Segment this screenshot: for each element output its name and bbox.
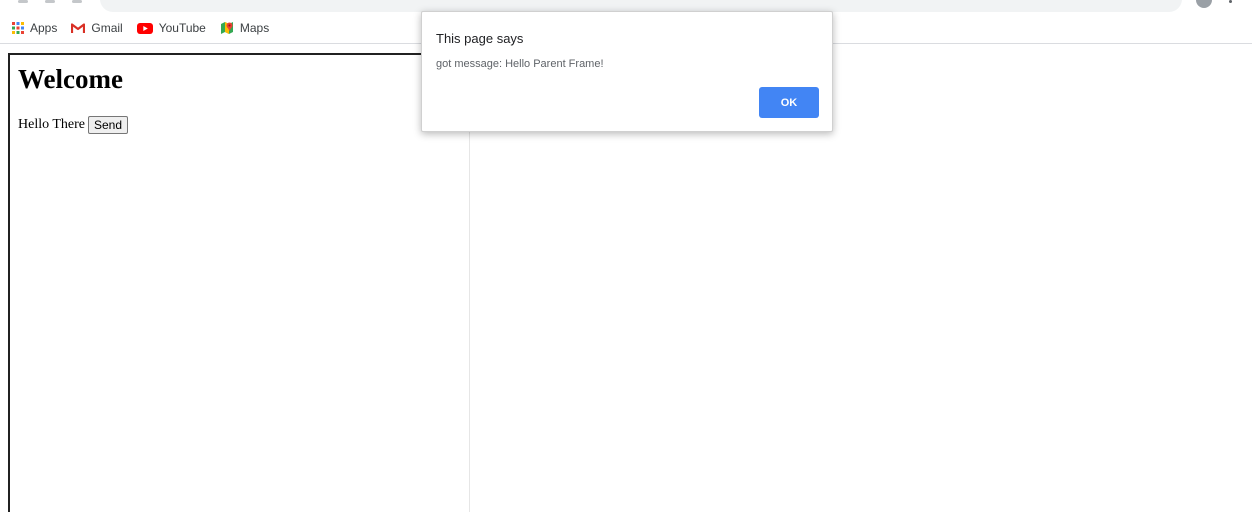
ok-button[interactable]: OK <box>759 87 819 118</box>
forward-icon[interactable] <box>45 0 55 3</box>
reload-icon[interactable] <box>72 0 82 3</box>
bookmark-apps[interactable]: Apps <box>12 21 57 35</box>
dialog-title: This page says <box>436 31 524 46</box>
bookmark-label: Maps <box>239 21 270 35</box>
apps-grid-icon <box>12 22 24 34</box>
bookmark-label: Gmail <box>91 21 123 35</box>
alert-dialog: This page says got message: Hello Parent… <box>421 11 833 132</box>
message-text: Hello There <box>18 117 85 132</box>
bookmark-gmail[interactable]: Gmail <box>71 21 123 35</box>
bookmark-label: YouTube <box>158 21 206 35</box>
gmail-icon <box>71 22 86 34</box>
youtube-icon <box>136 22 153 34</box>
back-icon[interactable] <box>18 0 28 3</box>
profile-icon[interactable] <box>1196 0 1212 8</box>
bookmark-label: Apps <box>30 21 58 35</box>
bookmark-youtube[interactable]: YouTube <box>136 21 206 35</box>
dialog-message: got message: Hello Parent Frame! <box>436 58 604 70</box>
bookmark-maps[interactable]: Maps <box>220 21 269 35</box>
iframe-heading: Welcome <box>18 64 123 94</box>
maps-icon <box>220 21 234 35</box>
message-row: Hello There Send <box>18 116 129 134</box>
send-button[interactable]: Send <box>88 116 129 134</box>
menu-icon[interactable] <box>1229 0 1232 3</box>
child-iframe: Welcome Hello There Send <box>8 53 470 512</box>
